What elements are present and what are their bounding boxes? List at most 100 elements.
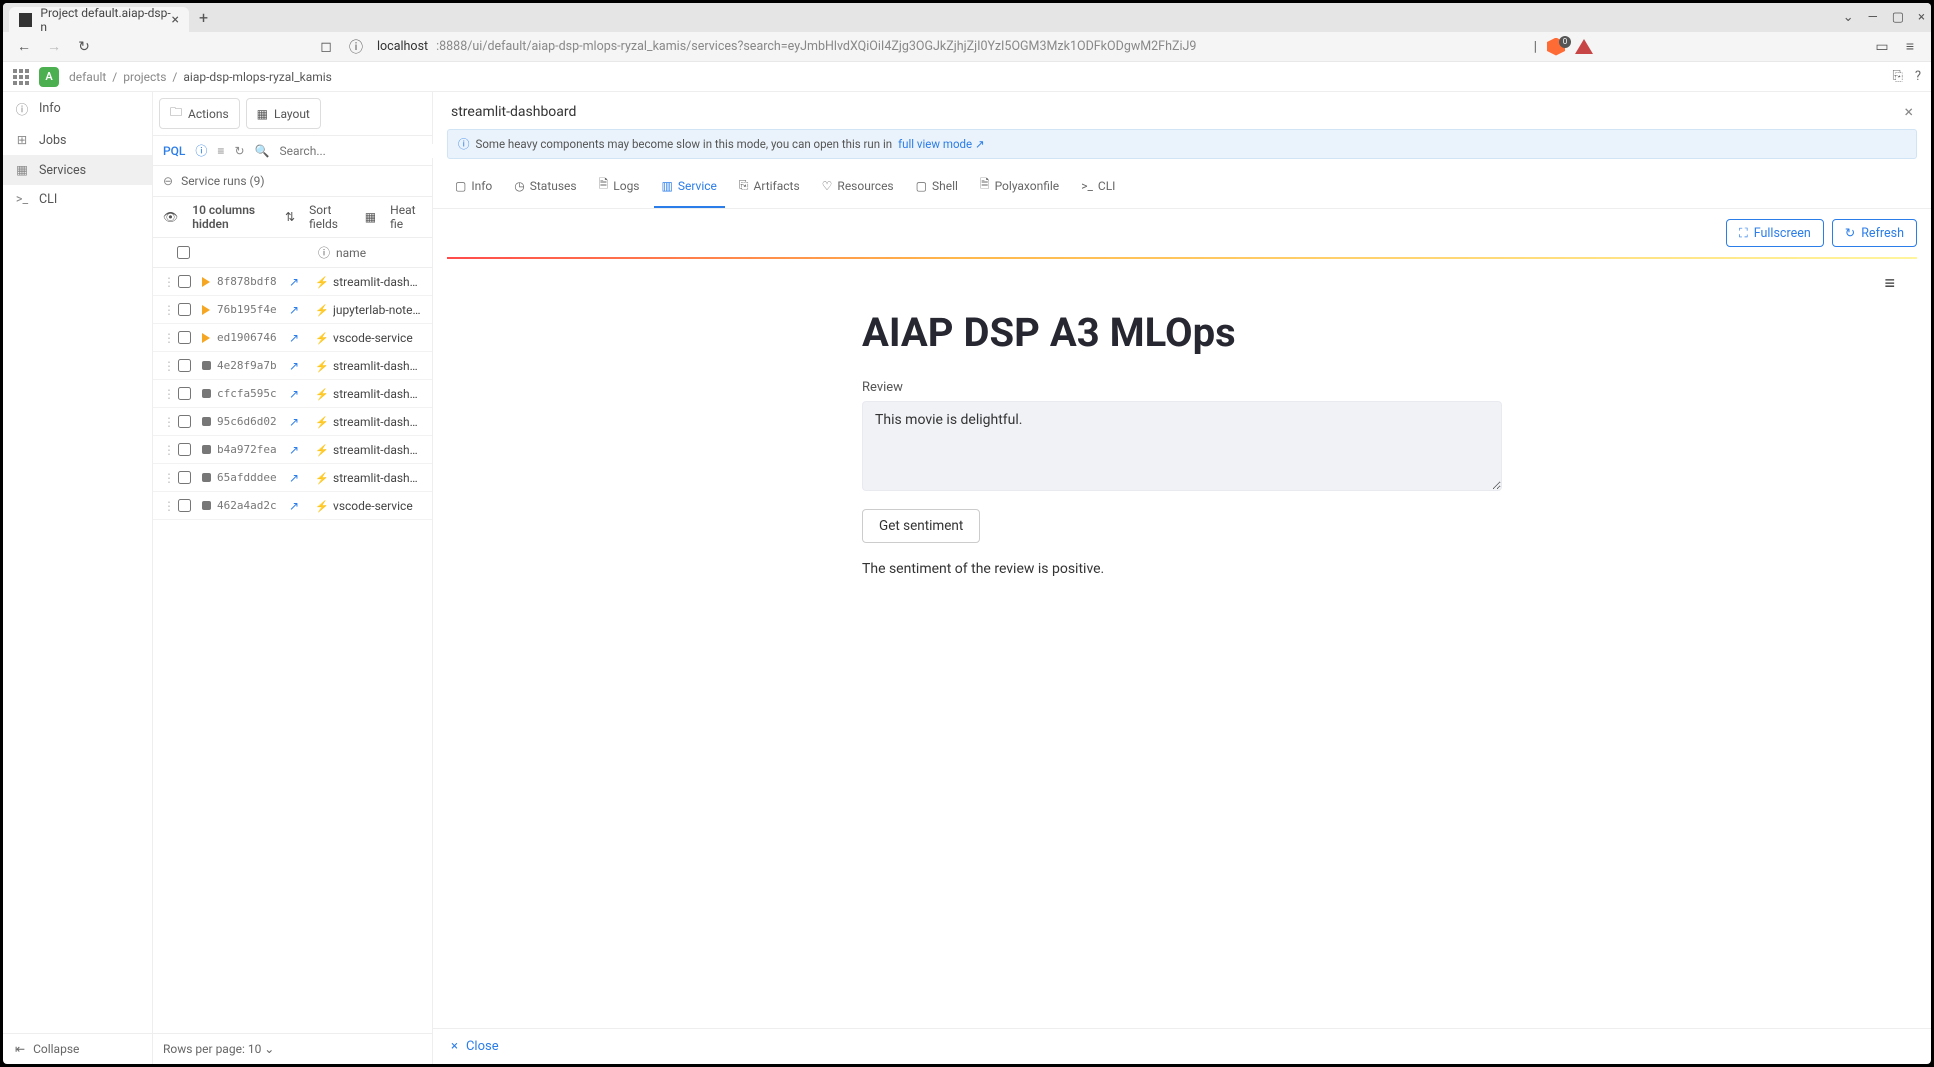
collapse-button[interactable]: ⇤ Collapse: [3, 1033, 152, 1064]
chevron-down-icon: ⌄: [264, 1042, 274, 1056]
new-tab-button[interactable]: +: [199, 8, 208, 27]
table-row[interactable]: ⋮ed1906746↗vscode-service: [153, 324, 432, 352]
row-checkbox[interactable]: [178, 359, 191, 372]
org-badge[interactable]: A: [39, 67, 59, 87]
open-link-icon[interactable]: ↗: [289, 443, 311, 457]
tab-info[interactable]: ▢Info: [447, 169, 500, 208]
row-checkbox[interactable]: [178, 275, 191, 288]
list-icon[interactable]: ≡: [217, 144, 224, 158]
drag-handle-icon[interactable]: ⋮: [163, 499, 173, 513]
drag-handle-icon[interactable]: ⋮: [163, 443, 173, 457]
table-row[interactable]: ⋮b4a972fea↗streamlit-dashboard: [153, 436, 432, 464]
site-info-icon[interactable]: ⓘ: [347, 37, 365, 57]
detail-close-icon[interactable]: ×: [1904, 102, 1913, 121]
table-row[interactable]: ⋮65afdddee↗streamlit-dashboard: [153, 464, 432, 492]
close-window-icon[interactable]: ×: [1918, 10, 1925, 25]
fullscreen-button[interactable]: ⛶ Fullscreen: [1726, 219, 1824, 247]
open-link-icon[interactable]: ↗: [289, 387, 311, 401]
tab-logs[interactable]: 🗎Logs: [591, 169, 648, 208]
drag-handle-icon[interactable]: ⋮: [163, 331, 173, 345]
minimize-icon[interactable]: —: [1868, 10, 1878, 25]
help-icon[interactable]: ?: [1915, 69, 1921, 84]
get-sentiment-button[interactable]: Get sentiment: [862, 509, 980, 543]
open-link-icon[interactable]: ↗: [289, 331, 311, 345]
cli-icon: >_: [15, 192, 29, 207]
tab-cli[interactable]: >_CLI: [1073, 169, 1123, 208]
sidebar-item-jobs[interactable]: ⊞Jobs: [3, 125, 152, 155]
rows-per-page[interactable]: Rows per page: 10 ⌄: [153, 1033, 432, 1064]
row-checkbox[interactable]: [178, 471, 191, 484]
select-all-checkbox[interactable]: [177, 246, 190, 259]
url-input[interactable]: localhost:8888/ui/default/aiap-dsp-mlops…: [377, 39, 1522, 54]
sort-fields-label[interactable]: Sort fields: [309, 203, 351, 231]
open-link-icon[interactable]: ↗: [289, 359, 311, 373]
streamlit-menu-icon[interactable]: ≡: [1884, 273, 1895, 294]
heat-icon[interactable]: ▦: [365, 210, 376, 224]
row-checkbox[interactable]: [178, 331, 191, 344]
prism-icon[interactable]: [1575, 39, 1593, 54]
bookmark-icon[interactable]: ◻: [317, 39, 335, 55]
pql-label[interactable]: PQL: [163, 144, 185, 158]
table-row[interactable]: ⋮4e28f9a7b↗streamlit-dashboard: [153, 352, 432, 380]
eye-icon[interactable]: 👁: [163, 210, 178, 224]
row-checkbox[interactable]: [178, 499, 191, 512]
close-footer-button[interactable]: × Close: [433, 1028, 1931, 1064]
drag-handle-icon[interactable]: ⋮: [163, 387, 173, 401]
tab-artifacts[interactable]: ⎘Artifacts: [731, 169, 808, 208]
open-link-icon[interactable]: ↗: [289, 275, 311, 289]
chevron-down-icon[interactable]: ⌄: [1843, 10, 1854, 25]
refresh-icon[interactable]: ↻: [234, 144, 244, 158]
drag-handle-icon[interactable]: ⋮: [163, 359, 173, 373]
stopped-icon: [202, 417, 211, 426]
menu-icon[interactable]: ≡: [1901, 38, 1919, 55]
tab-service[interactable]: ▥Service: [654, 169, 725, 208]
breadcrumb-projects[interactable]: projects: [123, 70, 166, 84]
reload-button[interactable]: ↻: [75, 39, 93, 55]
back-button[interactable]: ←: [15, 38, 33, 55]
sort-icon[interactable]: ⇅: [285, 210, 295, 224]
fullscreen-icon: ⛶: [1739, 226, 1748, 241]
open-link-icon[interactable]: ↗: [289, 471, 311, 485]
pql-help-icon[interactable]: ⓘ: [195, 142, 207, 159]
table-row[interactable]: ⋮76b195f4e↗jupyterlab-notebook: [153, 296, 432, 324]
heat-fields-label[interactable]: Heat fie: [390, 203, 422, 231]
full-view-link[interactable]: full view mode ↗: [898, 137, 984, 151]
row-checkbox[interactable]: [178, 443, 191, 456]
table-row[interactable]: ⋮cfcfa595c↗streamlit-dashboard: [153, 380, 432, 408]
folder-icon[interactable]: ⎘: [1892, 69, 1902, 84]
tab-close-icon[interactable]: ×: [172, 12, 179, 28]
refresh-button[interactable]: ↻ Refresh: [1832, 219, 1917, 247]
open-link-icon[interactable]: ↗: [289, 303, 311, 317]
maximize-icon[interactable]: ▢: [1892, 10, 1904, 25]
run-id: cfcfa595c: [217, 387, 289, 400]
table-row[interactable]: ⋮8f878bdf8↗streamlit-dashboard: [153, 268, 432, 296]
sidebar-item-cli[interactable]: >_CLI: [3, 185, 152, 214]
tab-shell[interactable]: ▢Shell: [908, 169, 966, 208]
table-row[interactable]: ⋮95c6d6d02↗streamlit-dashboard: [153, 408, 432, 436]
row-checkbox[interactable]: [178, 415, 191, 428]
review-textarea[interactable]: [862, 401, 1502, 491]
tab-polyaxonfile[interactable]: 🗎Polyaxonfile: [972, 169, 1067, 208]
tab-statuses[interactable]: ◷Statuses: [506, 169, 584, 208]
row-checkbox[interactable]: [178, 303, 191, 316]
drag-handle-icon[interactable]: ⋮: [163, 275, 173, 289]
devices-icon[interactable]: ▭: [1873, 39, 1891, 55]
shield-icon[interactable]: 0: [1547, 38, 1565, 56]
actions-button[interactable]: 🗀 Actions: [159, 98, 240, 129]
drag-handle-icon[interactable]: ⋮: [163, 303, 173, 317]
open-link-icon[interactable]: ↗: [289, 499, 311, 513]
layout-button[interactable]: ▦ Layout: [246, 98, 321, 129]
sidebar-item-services[interactable]: ▦Services: [3, 155, 152, 185]
review-label: Review: [862, 380, 1502, 395]
search-input[interactable]: [279, 144, 435, 158]
open-link-icon[interactable]: ↗: [289, 415, 311, 429]
breadcrumb-default[interactable]: default: [69, 70, 106, 84]
drag-handle-icon[interactable]: ⋮: [163, 415, 173, 429]
sidebar-item-info[interactable]: ⓘInfo: [3, 92, 152, 125]
table-row[interactable]: ⋮462a4ad2c↗vscode-service: [153, 492, 432, 520]
drag-handle-icon[interactable]: ⋮: [163, 471, 173, 485]
tab-resources[interactable]: ♡Resources: [814, 169, 902, 208]
app-grid-icon[interactable]: [13, 69, 29, 85]
browser-tab[interactable]: Project default.aiap-dsp-n ×: [9, 7, 189, 32]
row-checkbox[interactable]: [178, 387, 191, 400]
